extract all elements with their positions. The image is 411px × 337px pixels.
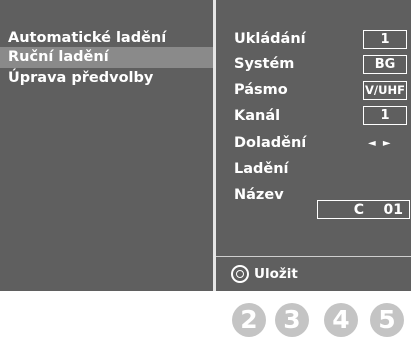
tv-menu-screen: Automatické ladění Ruční ladění Úprava p… [0,0,411,291]
save-bar[interactable]: Uložit [216,256,411,291]
system-label: Systém [234,56,295,72]
fine-tuning-label: Doladění [234,135,307,151]
name-label: Název [234,187,284,203]
ok-circle-icon [231,265,249,283]
tuning-menu-panel: Automatické ladění Ruční ladění Úprava p… [0,0,213,291]
name-value[interactable]: C 01 [317,200,410,219]
step-number-4: 4 [324,303,358,337]
tuning-label[interactable]: Ladění [234,159,289,179]
storage-label: Ukládání [234,31,306,47]
manual-tuning-panel: Ukládání 1 Systém BG Pásmo V/UHF Kanál 1… [216,0,411,291]
fine-tuning-arrows-icon[interactable]: ◄ ► [368,137,393,151]
menu-item-automatic-tuning[interactable]: Automatické ladění [0,28,213,49]
save-label: Uložit [254,266,298,282]
step-number-3: 3 [275,303,309,337]
storage-value[interactable]: 1 [363,30,407,49]
band-label: Pásmo [234,82,288,98]
band-value[interactable]: V/UHF [363,81,407,100]
menu-item-programme-edit[interactable]: Úprava předvolby [0,68,213,89]
menu-item-manual-tuning[interactable]: Ruční ladění [0,47,213,68]
system-value[interactable]: BG [363,55,407,74]
step-number-5: 5 [370,303,404,337]
channel-value[interactable]: 1 [363,106,407,125]
channel-label: Kanál [234,108,281,124]
step-number-2: 2 [232,303,266,337]
